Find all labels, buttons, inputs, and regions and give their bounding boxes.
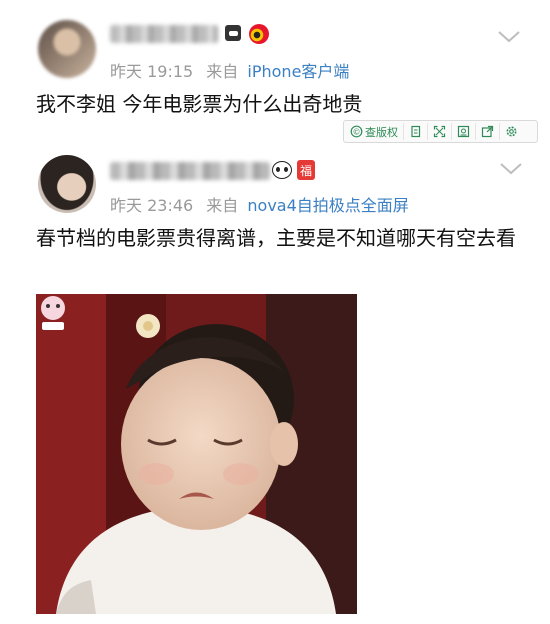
share-icon (481, 125, 494, 138)
chevron-down-icon[interactable] (498, 160, 524, 178)
post-time: 昨天 23:46 (110, 196, 194, 215)
image-tools-toolbar: © 查版权 (343, 120, 538, 143)
panda-badge-icon (272, 161, 292, 179)
copy-icon (411, 125, 421, 138)
expand-button[interactable] (428, 123, 452, 140)
via-label: 来自 (206, 62, 239, 81)
copyright-check-icon: © (350, 125, 363, 138)
username-redacted[interactable] (110, 25, 218, 43)
post-image[interactable] (36, 294, 357, 614)
sticker-logo-icon (41, 296, 65, 330)
weibo-logo-icon (249, 24, 269, 44)
settings-button[interactable] (500, 123, 523, 140)
via-label: 来自 (206, 196, 239, 215)
settings-icon (506, 126, 517, 137)
post-item: 昨天 19:15 来自 iPhone客户端 我不李姐 今年电影票为什么出奇地贵 … (0, 0, 550, 145)
post-text: 春节档的电影票贵得离谱，主要是不知道哪天有空去看 (36, 226, 516, 250)
post-source-link[interactable]: nova4自拍极点全面屏 (247, 196, 408, 215)
post-source-link[interactable]: iPhone客户端 (247, 62, 349, 81)
check-copyright-label: 查版权 (365, 125, 398, 139)
post-meta: 昨天 23:46 来自 nova4自拍极点全面屏 (110, 192, 409, 216)
smiley-badge-icon (225, 25, 241, 41)
save-icon (457, 125, 470, 138)
post-meta: 昨天 19:15 来自 iPhone客户端 (110, 58, 349, 82)
svg-text:©: © (353, 127, 361, 136)
expand-icon (433, 125, 446, 138)
avatar[interactable] (38, 20, 96, 78)
check-copyright-button[interactable]: © 查版权 (348, 123, 404, 140)
post-time: 昨天 19:15 (110, 62, 194, 81)
avatar[interactable] (38, 155, 96, 213)
crying-baby-picture (36, 294, 357, 614)
share-button[interactable] (476, 123, 500, 140)
post-text: 我不李姐 今年电影票为什么出奇地贵 (36, 92, 363, 116)
chevron-down-icon[interactable] (496, 28, 522, 46)
copy-button[interactable] (404, 123, 428, 140)
username-redacted[interactable] (110, 162, 270, 180)
fu-badge-icon: 福 (297, 160, 315, 180)
save-button[interactable] (452, 123, 476, 140)
